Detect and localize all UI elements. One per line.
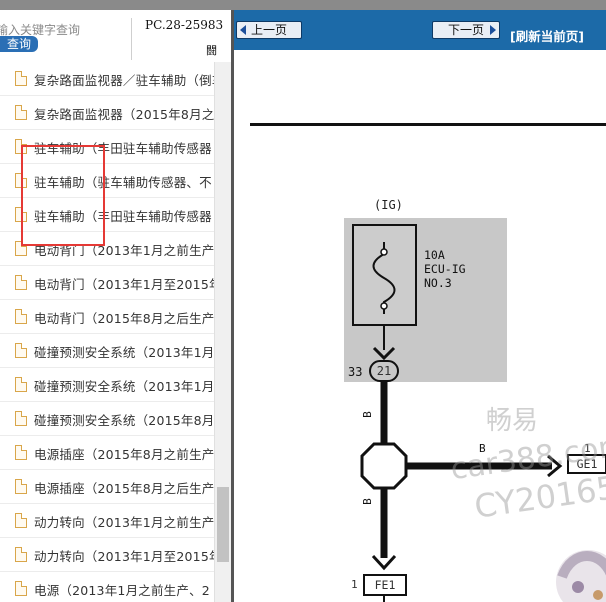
list-item[interactable]: 复杂路面监视器（2015年8月之后 xyxy=(0,96,214,130)
fuse-rating: 10A xyxy=(424,248,445,262)
list-item[interactable]: 碰撞预测安全系统（2013年1月 xyxy=(0,368,214,402)
list-item-label: 复杂路面监视器／驻车辅助（倒车 xyxy=(34,73,214,88)
list-item-label: 复杂路面监视器（2015年8月之后 xyxy=(34,107,214,122)
refresh-page-link[interactable]: [刷新当前页] xyxy=(510,26,584,45)
document-icon xyxy=(15,275,27,290)
arrow-right-icon xyxy=(490,25,496,35)
top-frame-bar xyxy=(0,0,606,10)
part-code: PC.28-25983 xyxy=(145,18,224,32)
list-item-label: 动力转向（2013年1月至2015年 xyxy=(34,549,214,564)
prev-page-button[interactable]: 上一页 xyxy=(236,21,302,39)
highlight-annotation xyxy=(21,145,105,246)
document-icon xyxy=(15,479,27,494)
document-icon xyxy=(15,309,27,324)
search-button[interactable]: 查询 xyxy=(0,36,38,52)
fuse-name: ECU-IG xyxy=(424,262,466,276)
list-item[interactable]: 电动背门（2015年8月之后生产 xyxy=(0,300,214,334)
list-scrollbar[interactable] xyxy=(214,62,231,602)
page-rule xyxy=(250,123,606,126)
prev-page-label: 上一页 xyxy=(250,23,287,37)
list-item-label: 碰撞预测安全系统（2013年1月 xyxy=(34,379,214,394)
page-navigation-bar: 上一页 下一页 [刷新当前页] xyxy=(234,10,606,50)
right-pane: 上一页 下一页 [刷新当前页] (IG) 10A ECU-IG NO.3 33 … xyxy=(234,10,606,602)
pin-number: 33 xyxy=(348,365,363,379)
document-icon xyxy=(15,71,27,86)
search-divider xyxy=(131,18,132,60)
fuse-terminal-bottom xyxy=(380,302,388,310)
fe1-connector: FE1 xyxy=(363,574,407,596)
list-item-label: 碰撞预测安全系统（2015年8月 xyxy=(34,413,214,428)
document-icon xyxy=(15,547,27,562)
list-item[interactable]: 电源插座（2015年8月之前生产 xyxy=(0,436,214,470)
list-item[interactable]: 复杂路面监视器／驻车辅助（倒车 xyxy=(0,62,214,96)
document-icon xyxy=(15,581,27,596)
list-item-label: 电源（2013年1月之前生产、2 xyxy=(34,583,210,598)
search-area: 查询 PC.28-25983 闘 xyxy=(0,10,231,62)
wire-color-label: B xyxy=(360,498,374,505)
scrollbar-thumb[interactable] xyxy=(217,487,229,562)
list-item[interactable]: 动力转向（2013年1月至2015年 xyxy=(0,538,214,572)
splice-octagon xyxy=(360,442,408,490)
list-item-label: 电动背门（2013年1月至2015年 xyxy=(34,277,214,292)
list-item-label: 碰撞预测安全系统（2013年1月 xyxy=(34,345,214,360)
list-item-label: 电源插座（2015年8月之后生产 xyxy=(34,481,214,496)
next-page-button[interactable]: 下一页 xyxy=(432,21,500,39)
document-list: 复杂路面监视器／驻车辅助（倒车 复杂路面监视器（2015年8月之后 驻车辅助（丰… xyxy=(0,62,214,602)
fuse-description: 10A ECU-IG NO.3 xyxy=(424,248,466,290)
document-icon xyxy=(15,445,27,460)
wire-color-label: B xyxy=(360,411,374,418)
document-icon xyxy=(15,513,27,528)
list-item[interactable]: 电动背门（2013年1月至2015年 xyxy=(0,266,214,300)
watermark-text: 畅易 xyxy=(486,406,539,436)
list-item[interactable]: 动力转向（2013年1月之前生产 xyxy=(0,504,214,538)
list-item-label: 动力转向（2013年1月之前生产 xyxy=(34,515,214,530)
list-item[interactable]: 电源插座（2015年8月之后生产 xyxy=(0,470,214,504)
list-item-label: 电动背门（2015年8月之后生产 xyxy=(34,311,214,326)
list-item[interactable]: 碰撞预测安全系统（2013年1月 xyxy=(0,334,214,368)
list-item[interactable]: 碰撞预测安全系统（2015年8月 xyxy=(0,402,214,436)
connector-pin: 21 xyxy=(369,360,399,382)
list-item[interactable]: 电源（2013年1月之前生产、2 xyxy=(0,572,214,602)
left-pane: 查询 PC.28-25983 闘 复杂路面监视器／驻车辅助（倒车 复杂路面监视器… xyxy=(0,10,231,602)
watermark-badge xyxy=(556,550,606,602)
document-icon xyxy=(15,105,27,120)
document-icon xyxy=(15,411,27,426)
part-mark: 闘 xyxy=(206,44,217,57)
fe1-pin-number: 1 xyxy=(351,578,358,591)
document-icon xyxy=(15,377,27,392)
arrow-left-icon xyxy=(240,25,246,35)
fuse-number: NO.3 xyxy=(424,276,452,290)
next-page-label: 下一页 xyxy=(447,23,484,37)
document-icon xyxy=(15,343,27,358)
fuse-terminal-top xyxy=(380,248,388,256)
list-item-label: 电源插座（2015年8月之前生产 xyxy=(34,447,214,462)
